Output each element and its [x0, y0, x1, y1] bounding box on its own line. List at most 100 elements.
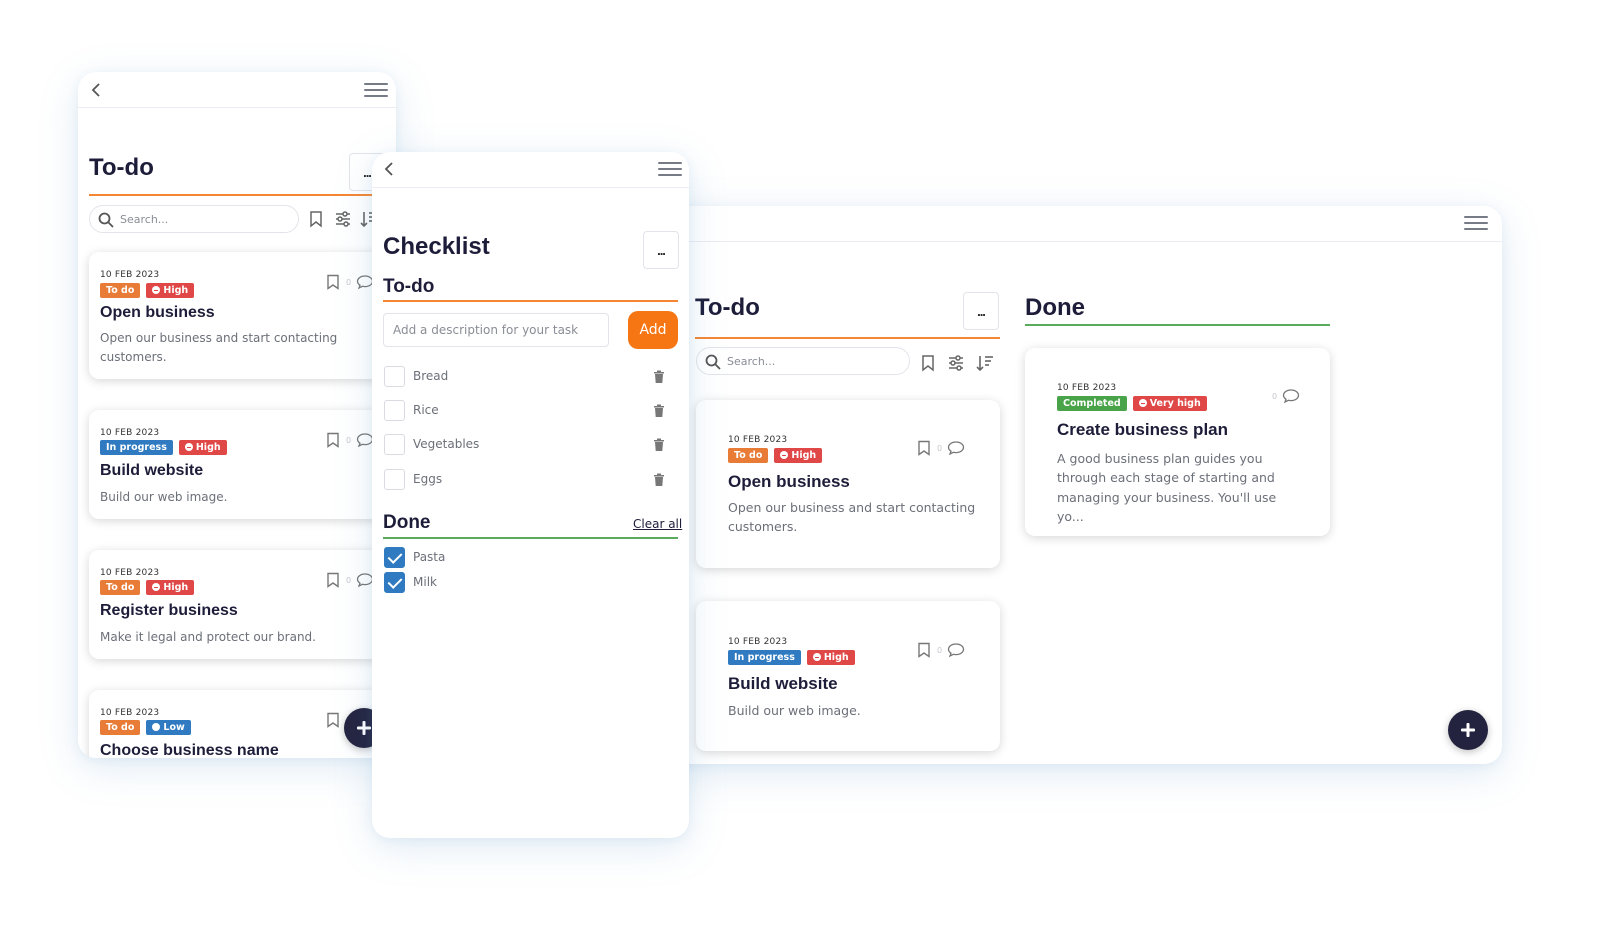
- comment-count: 0: [1272, 391, 1278, 401]
- search-icon: [705, 354, 721, 370]
- search-icon: [98, 212, 114, 228]
- minus-circle-icon: [1138, 399, 1147, 407]
- task-title: Open business: [728, 472, 850, 491]
- checkbox-checked[interactable]: [384, 547, 405, 568]
- search-bar[interactable]: [89, 205, 299, 233]
- minus-circle-icon: [812, 653, 821, 661]
- hamburger-menu-icon[interactable]: [1464, 216, 1488, 232]
- title-divider: [89, 194, 389, 196]
- status-badge: To do: [100, 720, 141, 735]
- comment-icon[interactable]: [947, 440, 965, 456]
- task-card[interactable]: 10 FEB 2023 In progress High 0 Build web…: [89, 410, 389, 519]
- bookmark-icon[interactable]: [919, 354, 937, 372]
- bookmark-icon[interactable]: [325, 432, 341, 448]
- task-date: 10 FEB 2023: [100, 708, 160, 718]
- todo-column-more-button[interactable]: ...: [963, 292, 999, 330]
- task-card[interactable]: 10 FEB 2023 In progress High 0 Build web…: [696, 601, 1000, 751]
- task-card[interactable]: 10 FEB 2023 To do High 0 Open business O…: [696, 400, 1000, 568]
- phone-topbar: [78, 72, 396, 108]
- checklist-item-label: Rice: [413, 403, 439, 417]
- minus-circle-icon: [184, 443, 193, 451]
- task-description: Build our web image.: [728, 703, 861, 718]
- comment-count: 0: [346, 277, 352, 287]
- checkbox[interactable]: [384, 434, 405, 455]
- todo-column-title: To-do: [695, 294, 760, 321]
- desktop-topbar: [600, 206, 1502, 242]
- filter-sliders-icon[interactable]: [947, 354, 965, 372]
- bookmark-icon[interactable]: [307, 210, 325, 228]
- plus-icon: [357, 721, 371, 735]
- task-date: 10 FEB 2023: [728, 637, 788, 647]
- checkbox[interactable]: [384, 366, 405, 387]
- back-chevron-icon[interactable]: [381, 160, 399, 178]
- task-date: 10 FEB 2023: [100, 428, 160, 438]
- priority-badge: High: [146, 283, 195, 298]
- checklist-item[interactable]: Rice: [384, 400, 677, 422]
- todo-column-search[interactable]: [696, 347, 910, 375]
- priority-badge: Very high: [1132, 396, 1207, 411]
- bookmark-icon[interactable]: [325, 712, 341, 728]
- trash-icon[interactable]: [653, 404, 665, 418]
- checklist-item-done[interactable]: Milk: [384, 572, 677, 594]
- done-divider: [383, 537, 678, 539]
- checklist-item-done[interactable]: Pasta: [384, 547, 677, 569]
- clear-all-link[interactable]: Clear all: [633, 517, 682, 531]
- hamburger-menu-icon[interactable]: [658, 162, 682, 178]
- checklist-more-button[interactable]: ...: [643, 231, 679, 269]
- priority-badge: High: [774, 448, 823, 463]
- comment-count: 0: [937, 645, 943, 655]
- checklist-topbar: [372, 152, 689, 188]
- bookmark-icon[interactable]: [325, 274, 341, 290]
- todo-heading: To-do: [383, 276, 435, 297]
- status-badge: To do: [100, 580, 141, 595]
- todo-column-divider: [695, 337, 1000, 339]
- minus-circle-icon: [152, 286, 161, 294]
- checklist-item[interactable]: Bread: [384, 366, 677, 388]
- search-input[interactable]: [727, 352, 899, 370]
- bookmark-icon[interactable]: [916, 440, 932, 456]
- trash-icon[interactable]: [653, 370, 665, 384]
- sort-icon[interactable]: [976, 354, 994, 372]
- trash-icon[interactable]: [653, 438, 665, 452]
- checklist-item[interactable]: Vegetables: [384, 434, 677, 456]
- trash-icon[interactable]: [653, 473, 665, 487]
- checklist-item[interactable]: Eggs: [384, 469, 677, 491]
- back-chevron-icon[interactable]: [88, 81, 106, 99]
- task-card[interactable]: 10 FEB 2023 Completed Very high 0 Create…: [1025, 348, 1330, 536]
- status-badge: In progress: [100, 440, 173, 455]
- add-task-fab[interactable]: [1448, 710, 1488, 750]
- task-date: 10 FEB 2023: [100, 568, 160, 578]
- priority-badge: Low: [146, 720, 191, 735]
- task-description: Open our business and start contacting c…: [100, 331, 338, 364]
- comment-count: 0: [346, 435, 352, 445]
- task-description: Make it legal and protect our brand.: [100, 630, 316, 644]
- comment-icon[interactable]: [947, 642, 965, 658]
- comment-count: 0: [346, 575, 352, 585]
- comment-icon[interactable]: [1282, 388, 1300, 404]
- checklist-title: Checklist: [383, 233, 490, 260]
- hamburger-menu-icon[interactable]: [364, 83, 388, 99]
- checklist-item-label: Bread: [413, 369, 449, 383]
- task-title: Build website: [100, 462, 204, 479]
- status-badge: Completed: [1057, 396, 1127, 411]
- search-input[interactable]: [120, 210, 288, 228]
- task-card[interactable]: 10 FEB 2023 To do High 0 Register busine…: [89, 550, 389, 659]
- checklist-item-label: Pasta: [413, 550, 446, 564]
- todo-divider: [383, 300, 678, 302]
- checklist-item-label: Vegetables: [413, 437, 480, 451]
- add-button[interactable]: Add: [628, 311, 678, 349]
- filter-sliders-icon[interactable]: [334, 210, 352, 228]
- task-description-input[interactable]: [383, 313, 609, 347]
- status-badge: In progress: [728, 650, 801, 665]
- bookmark-icon[interactable]: [325, 572, 341, 588]
- checkbox[interactable]: [384, 400, 405, 421]
- plus-icon: [1461, 723, 1475, 737]
- minus-circle-icon: [780, 451, 789, 459]
- checkbox[interactable]: [384, 469, 405, 490]
- task-date: 10 FEB 2023: [728, 435, 788, 445]
- task-card[interactable]: 10 FEB 2023 To do High 0 Open business O…: [89, 252, 389, 379]
- page-title: To-do: [89, 154, 154, 181]
- status-badge: To do: [728, 448, 769, 463]
- checkbox-checked[interactable]: [384, 572, 405, 593]
- bookmark-icon[interactable]: [916, 642, 932, 658]
